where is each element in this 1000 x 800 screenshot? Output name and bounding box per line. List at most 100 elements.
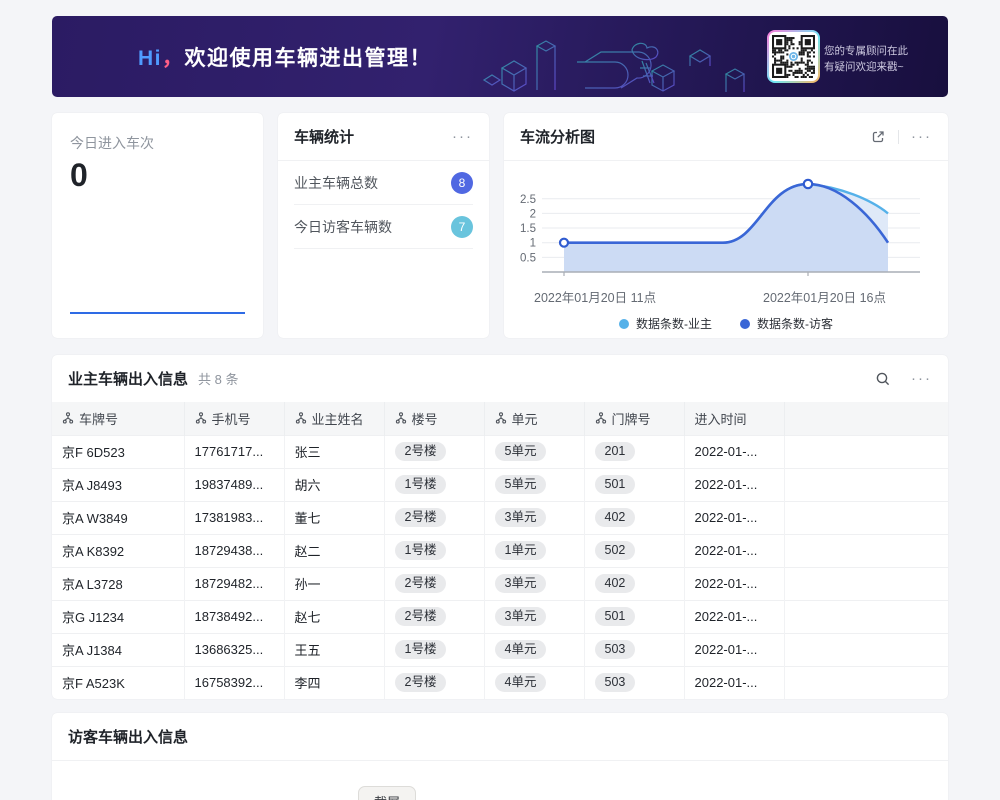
visitor-vehicle-section: 访客车辆出入信息 截屏 bbox=[52, 713, 948, 800]
legend-item-visitor[interactable]: 数据条数-访客 bbox=[740, 315, 833, 332]
count-badge: 7 bbox=[451, 216, 473, 238]
column-header-phone[interactable]: 手机号 bbox=[184, 402, 284, 435]
cell-unit: 3单元 bbox=[484, 600, 584, 633]
today-entries-value: 0 bbox=[70, 157, 245, 194]
cell-door: 402 bbox=[584, 501, 684, 534]
column-header-building[interactable]: 楼号 bbox=[384, 402, 484, 435]
stat-label: 今日访客车辆数 bbox=[294, 217, 392, 237]
cell-unit: 4单元 bbox=[484, 633, 584, 666]
stat-label: 业主车辆总数 bbox=[294, 173, 378, 193]
cell-building: 1号楼 bbox=[384, 633, 484, 666]
x-tick-label: 2022年01月20日 16点 bbox=[763, 287, 886, 306]
y-tick-label: 0.5 bbox=[520, 252, 536, 264]
traffic-chart-plot: 2.521.510.5 bbox=[518, 167, 928, 280]
cell-door: 503 bbox=[584, 633, 684, 666]
stat-row: 今日访客车辆数 7 bbox=[294, 205, 473, 249]
cell-phone: 18738492... bbox=[184, 600, 284, 633]
cell-owner-name: 李四 bbox=[284, 666, 384, 699]
x-tick-label: 2022年01月20日 11点 bbox=[534, 287, 656, 306]
cell-plate: 京A W3849 bbox=[52, 501, 184, 534]
vehicle-stats-card: 车辆统计 ··· 业主车辆总数8今日访客车辆数7 bbox=[278, 113, 489, 338]
column-header-enter-time[interactable]: 进入时间 bbox=[684, 402, 784, 435]
cell-owner-name: 张三 bbox=[284, 435, 384, 468]
column-header-owner-name[interactable]: 业主姓名 bbox=[284, 402, 384, 435]
today-entries-label: 今日进入车次 bbox=[70, 133, 245, 153]
cell-enter-time: 2022-01-... bbox=[684, 501, 784, 534]
qr-caption: 您的专属顾问在此 有疑问欢迎来戳~ bbox=[824, 43, 908, 75]
owner-table-body: 京F 6D52317761717...张三2号楼5单元2012022-01-..… bbox=[52, 435, 948, 699]
cell-door: 503 bbox=[584, 666, 684, 699]
table-row[interactable]: 京F A523K16758392...李四2号楼4单元5032022-01-..… bbox=[52, 666, 948, 699]
cell-plate: 京A J1384 bbox=[52, 633, 184, 666]
cell-unit: 5单元 bbox=[484, 435, 584, 468]
y-tick-label: 1 bbox=[530, 238, 536, 250]
qr-code-svg bbox=[772, 35, 815, 78]
cell-empty bbox=[784, 666, 948, 699]
field-type-icon bbox=[62, 412, 74, 424]
more-icon[interactable]: ··· bbox=[452, 129, 473, 144]
cell-phone: 17381983... bbox=[184, 501, 284, 534]
field-type-icon bbox=[395, 412, 407, 424]
field-type-icon bbox=[295, 412, 307, 424]
table-row[interactable]: 京G J123418738492...赵七2号楼3单元5012022-01-..… bbox=[52, 600, 948, 633]
cell-plate: 京G J1234 bbox=[52, 600, 184, 633]
cell-enter-time: 2022-01-... bbox=[684, 534, 784, 567]
cell-owner-name: 赵二 bbox=[284, 534, 384, 567]
legend-item-owner[interactable]: 数据条数-业主 bbox=[619, 315, 712, 332]
cell-building: 1号楼 bbox=[384, 468, 484, 501]
cell-owner-name: 王五 bbox=[284, 633, 384, 666]
search-icon[interactable] bbox=[875, 371, 891, 387]
x-axis-labels: 2022年01月20日 11点 2022年01月20日 16点 bbox=[518, 285, 934, 306]
table-row[interactable]: 京A J849319837489...胡六1号楼5单元5012022-01-..… bbox=[52, 468, 948, 501]
cell-unit: 1单元 bbox=[484, 534, 584, 567]
field-type-icon bbox=[595, 412, 607, 424]
table-row[interactable]: 京A W384917381983...董七2号楼3单元4022022-01-..… bbox=[52, 501, 948, 534]
cell-door: 501 bbox=[584, 468, 684, 501]
cell-empty bbox=[784, 633, 948, 666]
cell-plate: 京F 6D523 bbox=[52, 435, 184, 468]
screenshot-button[interactable]: 截屏 bbox=[358, 786, 416, 800]
owner-vehicle-table: 车牌号手机号业主姓名楼号单元门牌号进入时间 京F 6D52317761717..… bbox=[52, 402, 948, 699]
cell-enter-time: 2022-01-... bbox=[684, 468, 784, 501]
traffic-chart-card: 车流分析图 ··· bbox=[504, 113, 948, 338]
cell-building: 1号楼 bbox=[384, 534, 484, 567]
open-external-icon[interactable] bbox=[870, 129, 886, 145]
cell-unit: 3单元 bbox=[484, 501, 584, 534]
column-header-plate[interactable]: 车牌号 bbox=[52, 402, 184, 435]
traffic-chart-title: 车流分析图 bbox=[520, 126, 595, 147]
more-icon[interactable]: ··· bbox=[911, 371, 932, 386]
dashboard-page: Hi，欢迎使用车辆进出管理！ 您的专属顾问在此 有疑问欢迎来戳~ 今日进入车次 … bbox=[0, 0, 1000, 800]
stat-row: 业主车辆总数8 bbox=[294, 161, 473, 205]
cell-building: 2号楼 bbox=[384, 567, 484, 600]
column-header-empty bbox=[784, 402, 948, 435]
owner-table-title: 业主车辆出入信息 bbox=[68, 368, 188, 389]
table-row[interactable]: 京F 6D52317761717...张三2号楼5单元2012022-01-..… bbox=[52, 435, 948, 468]
more-icon[interactable]: ··· bbox=[911, 129, 932, 144]
cell-door: 501 bbox=[584, 600, 684, 633]
column-header-unit[interactable]: 单元 bbox=[484, 402, 584, 435]
cell-owner-name: 赵七 bbox=[284, 600, 384, 633]
cell-building: 2号楼 bbox=[384, 435, 484, 468]
cell-empty bbox=[784, 435, 948, 468]
cell-empty bbox=[784, 600, 948, 633]
cell-empty bbox=[784, 534, 948, 567]
cell-empty bbox=[784, 567, 948, 600]
y-tick-label: 2 bbox=[530, 208, 536, 220]
table-header-row: 车牌号手机号业主姓名楼号单元门牌号进入时间 bbox=[52, 402, 948, 435]
cell-phone: 16758392... bbox=[184, 666, 284, 699]
table-row[interactable]: 京A K839218729438...赵二1号楼1单元5022022-01-..… bbox=[52, 534, 948, 567]
data-point-marker bbox=[804, 180, 812, 188]
welcome-banner: Hi，欢迎使用车辆进出管理！ 您的专属顾问在此 有疑问欢迎来戳~ bbox=[52, 16, 948, 97]
cell-phone: 17761717... bbox=[184, 435, 284, 468]
cell-phone: 19837489... bbox=[184, 468, 284, 501]
cell-owner-name: 孙一 bbox=[284, 567, 384, 600]
banner-title: Hi，欢迎使用车辆进出管理！ bbox=[138, 42, 432, 72]
cell-enter-time: 2022-01-... bbox=[684, 435, 784, 468]
table-row[interactable]: 京A L372818729482...孙一2号楼3单元4022022-01-..… bbox=[52, 567, 948, 600]
cell-phone: 13686325... bbox=[184, 633, 284, 666]
isometric-city-decoration bbox=[482, 16, 772, 97]
cell-door: 402 bbox=[584, 567, 684, 600]
column-header-door[interactable]: 门牌号 bbox=[584, 402, 684, 435]
cell-door: 201 bbox=[584, 435, 684, 468]
table-row[interactable]: 京A J138413686325...王五1号楼4单元5032022-01-..… bbox=[52, 633, 948, 666]
